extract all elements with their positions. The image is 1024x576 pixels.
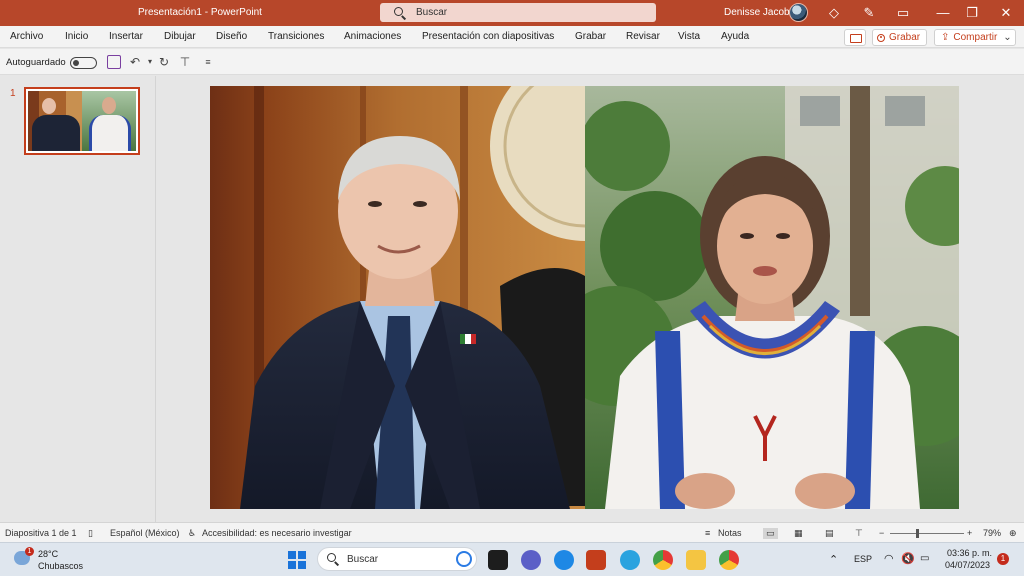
tab-insertar[interactable]: Insertar bbox=[109, 31, 143, 42]
share-icon: ⇪ bbox=[941, 32, 950, 43]
speaker-muted-icon[interactable]: 🔇 bbox=[901, 552, 915, 565]
ribbon-display-icon[interactable]: ▭ bbox=[895, 5, 911, 21]
user-name[interactable]: Denisse Jacobo bbox=[724, 7, 795, 18]
status-bar: Diapositiva 1 de 1 ▯ Español (México) ♿ … bbox=[0, 522, 1024, 542]
slide-editor bbox=[157, 76, 1024, 522]
weather-desc[interactable]: Chubascos bbox=[38, 561, 83, 571]
telegram-icon[interactable] bbox=[620, 550, 640, 570]
title-bar: Presentación1 - PowerPoint Buscar Deniss… bbox=[0, 0, 1024, 26]
share-label: Compartir bbox=[953, 32, 998, 43]
search-icon bbox=[327, 553, 339, 565]
search-icon bbox=[394, 6, 406, 19]
tab-presentacion[interactable]: Presentación con diapositivas bbox=[422, 31, 554, 42]
pen-icon[interactable]: ✎ bbox=[861, 5, 877, 21]
photo-woman-svg bbox=[584, 86, 959, 509]
slide-sorter-icon[interactable]: ▦ bbox=[794, 528, 803, 539]
autosave-label: Autoguardado bbox=[6, 57, 66, 68]
slide-canvas[interactable] bbox=[210, 86, 959, 509]
present-icon[interactable]: ⊤ bbox=[178, 55, 192, 69]
taskbar-search-placeholder: Buscar bbox=[347, 553, 379, 565]
restore-icon[interactable]: ❐ bbox=[964, 5, 980, 21]
slide-info: Diapositiva 1 de 1 bbox=[5, 528, 77, 538]
record-icon bbox=[877, 33, 885, 42]
tab-diseno[interactable]: Diseño bbox=[216, 31, 247, 42]
teams-icon[interactable] bbox=[521, 550, 541, 570]
language-indicator[interactable]: ESP bbox=[854, 554, 872, 564]
quick-access-toolbar: Autoguardado ↶ ▾ ↻ ⊤ ≡ bbox=[0, 49, 1024, 75]
accessibility-status[interactable]: Accesibilidad: es necesario investigar bbox=[202, 528, 352, 538]
diamond-icon[interactable]: ◇ bbox=[826, 5, 842, 21]
tab-animaciones[interactable]: Animaciones bbox=[344, 31, 401, 42]
chrome-profile-icon[interactable] bbox=[719, 550, 739, 570]
chevron-down-icon[interactable]: ▾ bbox=[143, 55, 157, 69]
weather-temp[interactable]: 28°C bbox=[38, 549, 58, 559]
search-placeholder: Buscar bbox=[416, 7, 448, 18]
notes-button[interactable]: Notas bbox=[718, 528, 742, 538]
zoom-slider[interactable] bbox=[890, 533, 964, 534]
normal-view-icon[interactable]: ▭ bbox=[763, 528, 778, 539]
zoom-level[interactable]: 79% bbox=[983, 528, 1001, 538]
thumbnail-image-left bbox=[28, 91, 82, 151]
tab-archivo[interactable]: Archivo bbox=[10, 31, 43, 42]
slide-number: 1 bbox=[10, 88, 16, 99]
clock-time[interactable]: 03:36 p. m. bbox=[947, 548, 992, 558]
avatar[interactable] bbox=[789, 3, 808, 22]
chevron-down-icon: ⌄ bbox=[1003, 32, 1012, 43]
customize-qat-icon[interactable]: ≡ bbox=[201, 55, 215, 69]
tab-inicio[interactable]: Inicio bbox=[65, 31, 88, 42]
chevron-up-icon[interactable]: ⌃ bbox=[829, 553, 838, 566]
record-label: Grabar bbox=[889, 32, 921, 43]
accessibility-icon[interactable]: ♿ bbox=[188, 528, 196, 539]
file-explorer-icon[interactable] bbox=[686, 550, 706, 570]
autosave-toggle[interactable] bbox=[70, 57, 97, 69]
close-icon[interactable]: ✕ bbox=[998, 5, 1014, 21]
photo-man-svg bbox=[210, 86, 585, 509]
ribbon-tabs: Archivo Inicio Insertar Dibujar Diseño T… bbox=[0, 26, 1024, 48]
zoom-out-button[interactable]: − bbox=[879, 528, 884, 538]
windows-taskbar: 1 28°C Chubascos Buscar ⌃ ESP ◠ 🔇 ▭ 03:3… bbox=[0, 542, 1024, 576]
battery-icon[interactable]: ▭ bbox=[920, 553, 929, 564]
edge-icon[interactable] bbox=[554, 550, 574, 570]
bing-icon bbox=[456, 551, 472, 567]
taskbar-search[interactable]: Buscar bbox=[317, 547, 477, 571]
photo-woman-in-blouse[interactable] bbox=[584, 86, 959, 509]
slide-thumbnail[interactable] bbox=[24, 87, 140, 155]
undo-icon[interactable]: ↶ bbox=[128, 55, 142, 69]
search-box[interactable]: Buscar bbox=[380, 3, 656, 22]
notes-icon: ≡ bbox=[705, 528, 711, 538]
save-icon[interactable] bbox=[107, 55, 121, 69]
zoom-slider-thumb[interactable] bbox=[916, 529, 919, 538]
minimize-icon[interactable]: — bbox=[935, 5, 951, 21]
weather-badge: 1 bbox=[25, 547, 34, 556]
slideshow-icon[interactable]: ⊤ bbox=[855, 528, 863, 539]
task-view-icon[interactable] bbox=[488, 550, 508, 570]
fit-slide-icon[interactable]: ⊕ bbox=[1009, 528, 1017, 539]
slides-panel: 1 bbox=[0, 76, 156, 522]
document-title: Presentación1 - PowerPoint bbox=[138, 7, 262, 18]
tab-vista[interactable]: Vista bbox=[678, 31, 700, 42]
tab-grabar[interactable]: Grabar bbox=[575, 31, 606, 42]
windows-start-icon[interactable] bbox=[287, 550, 307, 570]
redo-icon[interactable]: ↻ bbox=[157, 55, 171, 69]
tab-ayuda[interactable]: Ayuda bbox=[721, 31, 749, 42]
zoom-in-button[interactable]: + bbox=[967, 528, 972, 538]
reading-view-icon[interactable]: ▤ bbox=[825, 528, 834, 539]
language-status[interactable]: Español (México) bbox=[110, 528, 180, 538]
chrome-icon[interactable] bbox=[653, 550, 673, 570]
clock-date[interactable]: 04/07/2023 bbox=[945, 560, 990, 570]
share-button[interactable]: ⇪ Compartir ⌄ bbox=[934, 29, 1016, 46]
tab-dibujar[interactable]: Dibujar bbox=[164, 31, 196, 42]
tab-transiciones[interactable]: Transiciones bbox=[268, 31, 324, 42]
wifi-icon[interactable]: ◠ bbox=[884, 552, 894, 565]
notification-badge[interactable]: 1 bbox=[997, 553, 1009, 565]
thumbnail-image-right bbox=[82, 91, 136, 151]
comments-button[interactable] bbox=[844, 29, 866, 46]
notes-book-icon[interactable]: ▯ bbox=[88, 528, 93, 539]
record-button[interactable]: Grabar bbox=[872, 29, 927, 46]
photo-man-in-suit[interactable] bbox=[210, 86, 585, 509]
tab-revisar[interactable]: Revisar bbox=[626, 31, 660, 42]
powerpoint-icon[interactable] bbox=[586, 550, 606, 570]
